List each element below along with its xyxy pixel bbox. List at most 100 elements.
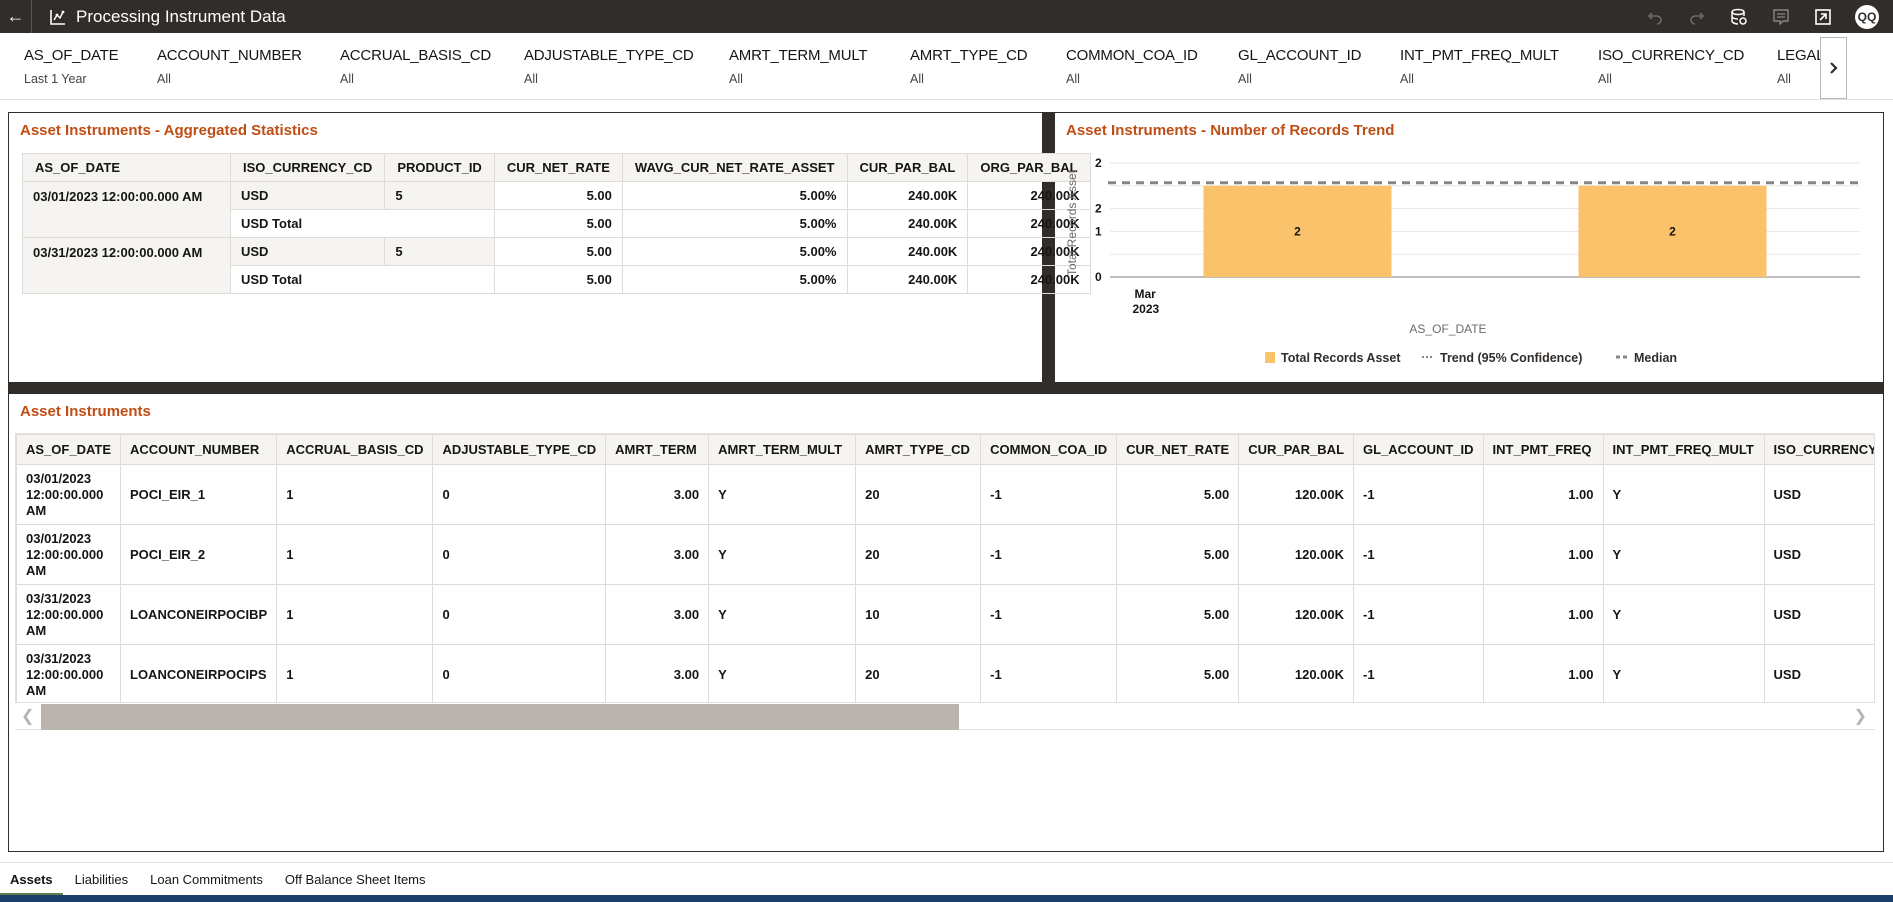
column-header[interactable]: ADJUSTABLE_TYPE_CD bbox=[432, 434, 607, 465]
column-header[interactable]: CUR_NET_RATE bbox=[493, 153, 623, 182]
column-header[interactable]: AS_OF_DATE bbox=[16, 434, 121, 465]
cell-wavg: 5.00% bbox=[621, 237, 848, 266]
table-cell: Y bbox=[708, 584, 857, 645]
filter-label: AMRT_TYPE_CD bbox=[910, 47, 1028, 64]
present-icon[interactable] bbox=[1813, 7, 1833, 27]
table-cell: 10 bbox=[855, 584, 982, 645]
y-tick-label: 1 bbox=[1095, 224, 1102, 238]
column-header[interactable]: WAVG_CUR_NET_RATE_ASSET bbox=[621, 153, 848, 182]
column-header[interactable]: AMRT_TYPE_CD bbox=[855, 434, 982, 465]
filter-account-number[interactable]: ACCOUNT_NUMBER All bbox=[157, 47, 302, 86]
filter-label: ACCRUAL_BASIS_CD bbox=[340, 47, 492, 64]
scrollbar-thumb[interactable] bbox=[41, 704, 959, 730]
legend-label: Trend (95% Confidence) bbox=[1440, 351, 1582, 365]
table-cell: 0 bbox=[432, 644, 607, 705]
app-header: ← Processing Instrument Data QQ bbox=[0, 0, 1893, 33]
filter-value: All bbox=[1598, 72, 1612, 86]
column-header[interactable]: COMMON_COA_ID bbox=[980, 434, 1118, 465]
cell-wavg: 5.00% bbox=[621, 181, 848, 210]
filter-scroll-next-button[interactable] bbox=[1820, 37, 1847, 99]
scroll-left-icon[interactable]: ❮ bbox=[21, 706, 34, 726]
table-cell: 20 bbox=[855, 644, 982, 705]
table-cell: 1 bbox=[276, 464, 434, 525]
filter-legal[interactable]: LEGAL All bbox=[1777, 47, 1825, 86]
canvas-tabs: Assets Liabilities Loan Commitments Off … bbox=[0, 862, 1893, 896]
filter-amrt-term-mult[interactable]: AMRT_TERM_MULT All bbox=[729, 47, 868, 86]
undo-icon[interactable] bbox=[1645, 7, 1665, 27]
tab-assets[interactable]: Assets bbox=[0, 863, 63, 896]
column-header[interactable]: INT_PMT_FREQ bbox=[1482, 434, 1604, 465]
filter-gl-account-id[interactable]: GL_ACCOUNT_ID All bbox=[1238, 47, 1361, 86]
column-header[interactable]: AMRT_TERM bbox=[605, 434, 710, 465]
horizontal-scrollbar[interactable]: ❮ ❯ bbox=[15, 702, 1875, 730]
filter-amrt-type-cd[interactable]: AMRT_TYPE_CD All bbox=[910, 47, 1028, 86]
column-header[interactable]: AMRT_TERM_MULT bbox=[708, 434, 857, 465]
column-header[interactable]: CUR_NET_RATE bbox=[1116, 434, 1240, 465]
table-cell: 03/31/2023 12:00:00.000 AM bbox=[16, 584, 121, 645]
cell-currency: USD bbox=[229, 181, 386, 210]
tab-liabilities[interactable]: Liabilities bbox=[75, 863, 128, 896]
tab-loan-commitments[interactable]: Loan Commitments bbox=[150, 863, 263, 896]
asset-instruments-title: Asset Instruments bbox=[20, 403, 151, 420]
table-cell: LOANCONEIRPOCIBP bbox=[119, 584, 278, 645]
cell-cur-net-rate: 5.00 bbox=[493, 237, 623, 266]
cell-cur-par-bal: 240.00K bbox=[846, 265, 969, 294]
column-header[interactable]: ISO_CURRENCY_CD bbox=[229, 153, 386, 182]
bar-data-label: 2 bbox=[1669, 224, 1676, 238]
table-cell: -1 bbox=[980, 524, 1118, 585]
table-row[interactable]: 03/01/2023 12:00:00.000 AM POCI_EIR_2 1 0 3.… bbox=[16, 524, 1874, 585]
cell-cur-par-bal: 240.00K bbox=[846, 237, 969, 266]
asset-instruments-table: AS_OF_DATE ACCOUNT_NUMBER ACCRUAL_BASIS_CD… bbox=[16, 434, 1874, 705]
table-cell: Y bbox=[1602, 644, 1765, 705]
table-cell: 120.00K bbox=[1238, 644, 1355, 705]
filter-iso-currency-cd[interactable]: ISO_CURRENCY_CD All bbox=[1598, 47, 1744, 86]
table-row[interactable]: 03/01/2023 12:00:00.000 AM POCI_EIR_1 1 0 3.… bbox=[16, 464, 1874, 525]
cell-product-id: 5 bbox=[384, 181, 495, 210]
filter-int-pmt-freq-mult[interactable]: INT_PMT_FREQ_MULT All bbox=[1400, 47, 1559, 86]
column-header[interactable]: ACCOUNT_NUMBER bbox=[119, 434, 278, 465]
column-header[interactable]: GL_ACCOUNT_ID bbox=[1353, 434, 1484, 465]
filter-accrual-basis-cd[interactable]: ACCRUAL_BASIS_CD All bbox=[340, 47, 491, 86]
column-header[interactable]: CUR_PAR_BAL bbox=[846, 153, 969, 182]
column-header[interactable]: PRODUCT_ID bbox=[384, 153, 495, 182]
page-title: Processing Instrument Data bbox=[76, 6, 286, 26]
filter-label: COMMON_COA_ID bbox=[1066, 47, 1198, 64]
analytics-icon bbox=[50, 9, 65, 25]
back-arrow-icon: ← bbox=[6, 6, 25, 26]
filter-label: AMRT_TERM_MULT bbox=[729, 47, 868, 64]
row-date: 03/01/2023 12:00:00.000 AM bbox=[22, 181, 231, 238]
column-header[interactable]: AS_OF_DATE bbox=[22, 153, 231, 182]
filter-value: All bbox=[729, 72, 743, 86]
redo-icon[interactable] bbox=[1687, 7, 1707, 27]
column-header[interactable]: ACCRUAL_BASIS_CD bbox=[276, 434, 434, 465]
row-date: 03/31/2023 12:00:00.000 AM bbox=[22, 237, 231, 294]
table-cell: 5.00 bbox=[1116, 644, 1240, 705]
records-trend-title: Asset Instruments - Number of Records Tr… bbox=[1066, 122, 1395, 139]
filter-value: All bbox=[524, 72, 538, 86]
table-cell: 1.00 bbox=[1482, 644, 1604, 705]
table-cell: Y bbox=[1602, 464, 1765, 525]
tab-off-balance-sheet-items[interactable]: Off Balance Sheet Items bbox=[285, 863, 426, 896]
filter-common-coa-id[interactable]: COMMON_COA_ID All bbox=[1066, 47, 1198, 86]
user-avatar[interactable]: QQ bbox=[1855, 4, 1879, 29]
cell-total-label: USD Total bbox=[230, 209, 495, 238]
comment-icon[interactable] bbox=[1771, 7, 1791, 27]
cell-cur-net-rate: 5.00 bbox=[493, 181, 623, 210]
column-header[interactable]: CUR_PAR_BAL bbox=[1238, 434, 1355, 465]
filter-as-of-date[interactable]: AS_OF_DATE Last 1 Year bbox=[24, 47, 119, 86]
column-header[interactable]: INT_PMT_FREQ_MULT bbox=[1602, 434, 1765, 465]
filter-label: LEGAL bbox=[1777, 47, 1825, 64]
column-header[interactable]: ISO_CURRENCY_CD bbox=[1763, 434, 1874, 465]
data-refresh-icon[interactable] bbox=[1729, 7, 1749, 27]
cell-cur-net-rate: 5.00 bbox=[493, 265, 623, 294]
scroll-right-icon[interactable]: ❯ bbox=[1854, 706, 1867, 726]
back-button[interactable]: ← bbox=[0, 0, 32, 33]
table-cell: 3.00 bbox=[605, 584, 710, 645]
table-row[interactable]: 03/31/2023 12:00:00.000 AM LOANCONEIRPOCI… bbox=[16, 644, 1874, 705]
bar-data-label: 2 bbox=[1294, 224, 1301, 238]
filter-adjustable-type-cd[interactable]: ADJUSTABLE_TYPE_CD All bbox=[524, 47, 694, 86]
table-cell: -1 bbox=[980, 644, 1118, 705]
y-tick-label: 2 bbox=[1095, 202, 1102, 216]
table-cell: 1.00 bbox=[1482, 524, 1604, 585]
table-row[interactable]: 03/31/2023 12:00:00.000 AM LOANCONEIRPOCI… bbox=[16, 584, 1874, 645]
